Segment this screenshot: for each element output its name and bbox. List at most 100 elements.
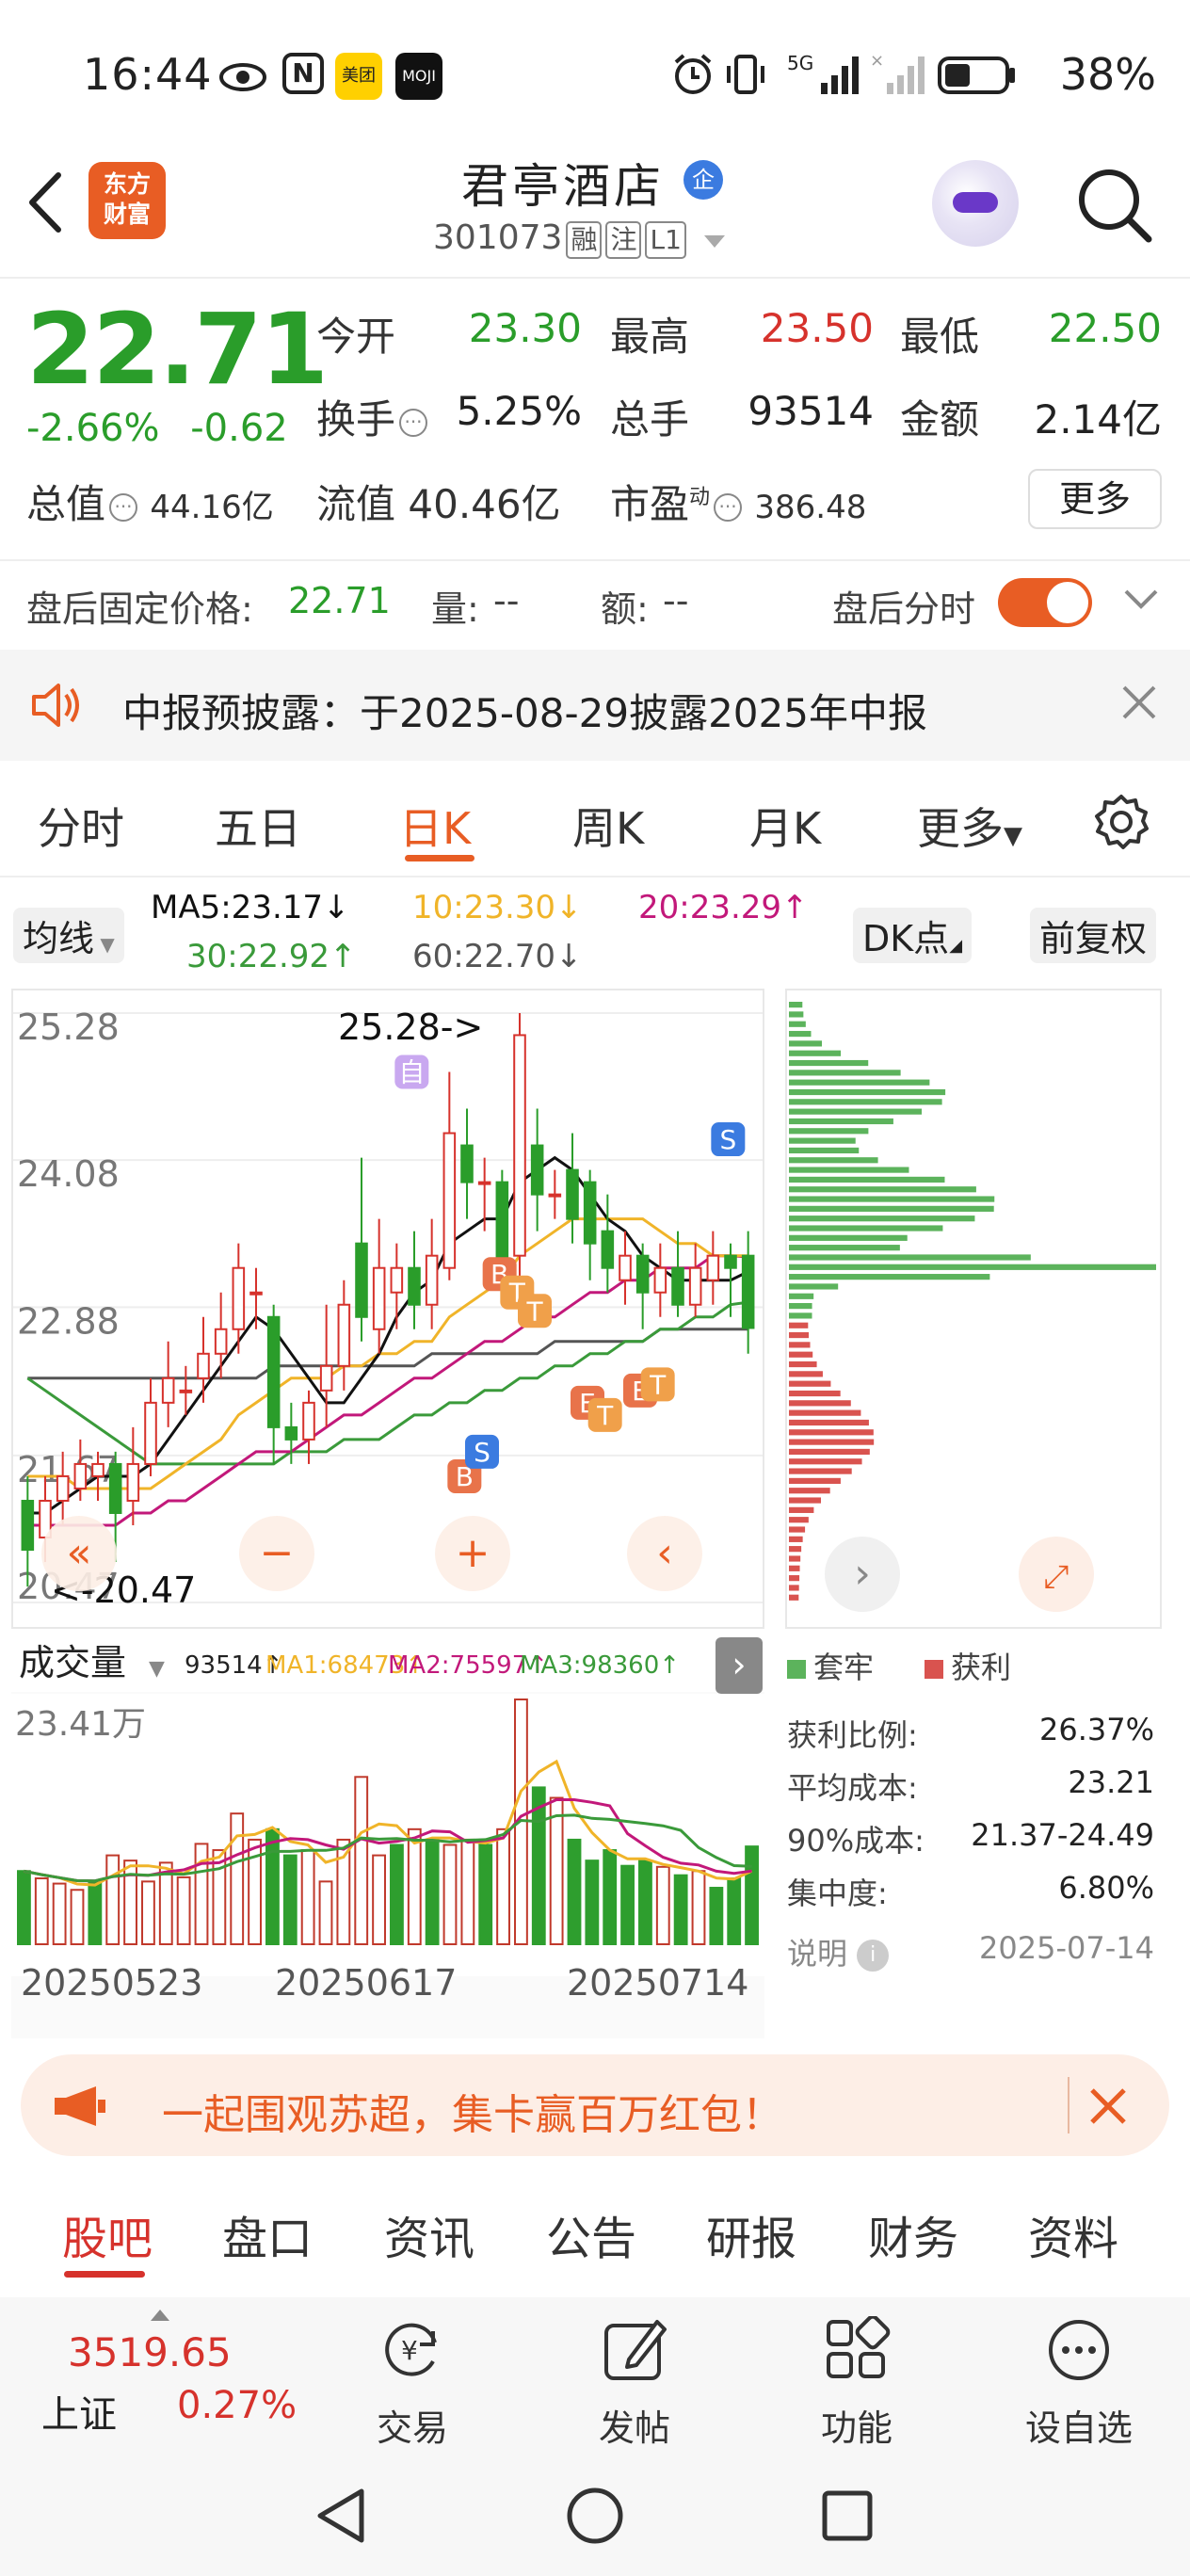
kline-chart[interactable]: 25.2824.0822.8821.6720.4725.28-><-20.47自… — [13, 990, 763, 1627]
active-tab-underline — [405, 855, 474, 861]
search-icon[interactable] — [1075, 166, 1154, 249]
ma10-label: 10:23.30↓ — [412, 889, 583, 926]
candle-body — [741, 1254, 755, 1329]
candle-body — [724, 1254, 737, 1269]
pan-left-icon[interactable]: ‹ — [627, 1516, 702, 1591]
chevron-down-icon[interactable] — [1122, 588, 1160, 616]
post-button[interactable]: 发帖 — [559, 2297, 710, 2449]
signal-secondary-icon: × — [870, 51, 930, 108]
candle-body — [619, 1254, 632, 1281]
indicator-selector[interactable]: 均线 ▼ — [13, 908, 124, 963]
chip-note-row[interactable]: 说明 i 2025-07-14 — [787, 1930, 1160, 1973]
volume-chart-panel[interactable]: 成交量 ▼ 93514↑ MA1:68473↑ MA2:75597↑ MA3:98360↑… — [11, 1634, 764, 2038]
after-hours-toggle[interactable] — [998, 578, 1092, 627]
control-button-glyph: − — [260, 1529, 295, 1577]
tab-guba[interactable]: 股吧 — [62, 2201, 153, 2267]
kline-chart-panel[interactable]: 25.2824.0822.8821.6720.4725.28-><-20.47自… — [11, 989, 764, 1629]
tab-pankou[interactable]: 盘口 — [222, 2201, 313, 2267]
tab-more[interactable]: 更多▼ — [917, 795, 1022, 857]
volume-chart[interactable]: 成交量 ▼ 93514↑MA1:68473↑MA2:75597↑MA3:98360↑… — [11, 1634, 764, 2038]
tab-profile[interactable]: 资料 — [1028, 2201, 1118, 2267]
close-icon[interactable] — [1120, 684, 1158, 731]
trade-button[interactable]: ¥ 交易 — [337, 2297, 488, 2449]
tab-research[interactable]: 研报 — [706, 2201, 796, 2267]
market-cap[interactable]: 总值 ··· 44.16亿 — [26, 473, 274, 530]
zoom-in-icon[interactable]: + — [435, 1516, 510, 1591]
info-icon[interactable]: ··· — [714, 492, 743, 522]
post-label: 发帖 — [598, 2407, 670, 2449]
expand-icon[interactable]: ⤢ — [1019, 1537, 1094, 1612]
tab-daily-k[interactable]: 日K — [399, 795, 471, 857]
close-icon[interactable] — [1088, 2086, 1128, 2130]
change-percent: -2.66% — [26, 407, 160, 450]
add-watchlist-button[interactable]: 设自选 — [1004, 2297, 1154, 2449]
tab-finance[interactable]: 财务 — [868, 2201, 958, 2267]
tab-monthly-k[interactable]: 月K — [749, 795, 821, 857]
y-tick-label: 22.88 — [17, 1300, 120, 1342]
caret-down-icon: ▼ — [94, 933, 115, 956]
nav-back-icon[interactable] — [314, 2487, 367, 2548]
nav-recents-icon[interactable] — [821, 2489, 874, 2546]
chevron-right-icon[interactable]: › — [825, 1537, 900, 1612]
candle-body — [266, 1315, 281, 1428]
chip-bar — [789, 1303, 812, 1310]
info-icon[interactable]: ··· — [109, 492, 138, 522]
promo-banner[interactable]: 一起围观苏超，集卡赢百万红包！ — [21, 2054, 1169, 2156]
chip-bar — [789, 1011, 804, 1018]
after-hours-amount-label: 额: — [601, 588, 649, 630]
functions-button[interactable]: 功能 — [781, 2297, 932, 2449]
candle-body — [179, 1389, 193, 1393]
back-button[interactable] — [26, 169, 64, 235]
info-icon[interactable]: ··· — [399, 408, 428, 437]
x-axis-label: 20250523 — [21, 1962, 202, 2004]
turnover-label[interactable]: 换手 ··· — [316, 388, 428, 445]
volume-bar — [282, 1854, 298, 1945]
float-cap-label: 流值 — [316, 481, 396, 527]
index-ticker[interactable]: 3519.65 上证 0.27% — [19, 2297, 301, 2448]
volume-bar — [300, 1849, 315, 1945]
tab-five-day[interactable]: 五日 — [215, 795, 301, 857]
chip-bar — [789, 1488, 830, 1494]
divider — [0, 876, 1190, 877]
nav-home-icon[interactable] — [565, 2486, 625, 2550]
gear-icon[interactable] — [1092, 793, 1150, 855]
adjust-selector[interactable]: 前复权 — [1030, 908, 1157, 963]
amount-label: 金额 — [900, 396, 980, 443]
tab-news[interactable]: 资讯 — [384, 2201, 474, 2267]
megaphone-icon — [49, 2083, 109, 2133]
stat-value: 23.21 — [1068, 1764, 1154, 1800]
volume-bar — [496, 1827, 510, 1945]
candle-body — [635, 1254, 650, 1294]
ai-assistant-robot-icon[interactable] — [932, 160, 1019, 247]
candle-body — [284, 1425, 298, 1441]
signal-label: 自 — [398, 1056, 425, 1087]
chip-bar — [789, 1458, 862, 1465]
chip-bar — [789, 1021, 806, 1027]
chip-bar — [789, 1342, 811, 1348]
tab-announcements[interactable]: 公告 — [546, 2201, 636, 2267]
zoom-out-icon[interactable]: − — [239, 1516, 314, 1591]
trade-label: 交易 — [376, 2407, 448, 2449]
stat-value: 6.80% — [1058, 1870, 1154, 1906]
dk-point-selector[interactable]: DK点◢ — [853, 908, 973, 963]
more-quote-button[interactable]: 更多 — [1028, 469, 1162, 529]
chip-bar — [789, 1506, 814, 1513]
tab-weekly-k[interactable]: 周K — [572, 795, 644, 857]
nfc-icon: N — [282, 53, 324, 94]
stock-code-row[interactable]: 301073 融注 L1 — [433, 218, 727, 259]
active-tab-underline — [64, 2271, 145, 2278]
tab-timeshare[interactable]: 分时 — [38, 795, 124, 857]
candle-body — [108, 1462, 122, 1514]
notice-bar[interactable]: 中报预披露：于2025-08-29披露2025年中报 — [0, 650, 1190, 761]
stock-name: 君亭酒店 — [461, 159, 665, 214]
candle-body — [566, 1168, 579, 1220]
chevron-right-icon[interactable]: › — [716, 1637, 763, 1694]
notice-text: 中报预披露：于2025-08-29披露2025年中报 — [122, 690, 927, 736]
bottom-toolbar: 3519.65 上证 0.27% ¥ 交易 发帖 功能 设自选 — [0, 2297, 1190, 2449]
chip-distribution-panel[interactable]: › ⤢ — [785, 989, 1162, 1629]
pe-ratio[interactable]: 市盈动 ··· 386.48 — [610, 473, 866, 530]
eastmoney-logo[interactable]: 东方 财富 — [88, 162, 166, 239]
rewind-icon[interactable]: « — [41, 1516, 117, 1591]
candle-body — [390, 1266, 404, 1294]
chip-bar — [789, 1176, 945, 1183]
